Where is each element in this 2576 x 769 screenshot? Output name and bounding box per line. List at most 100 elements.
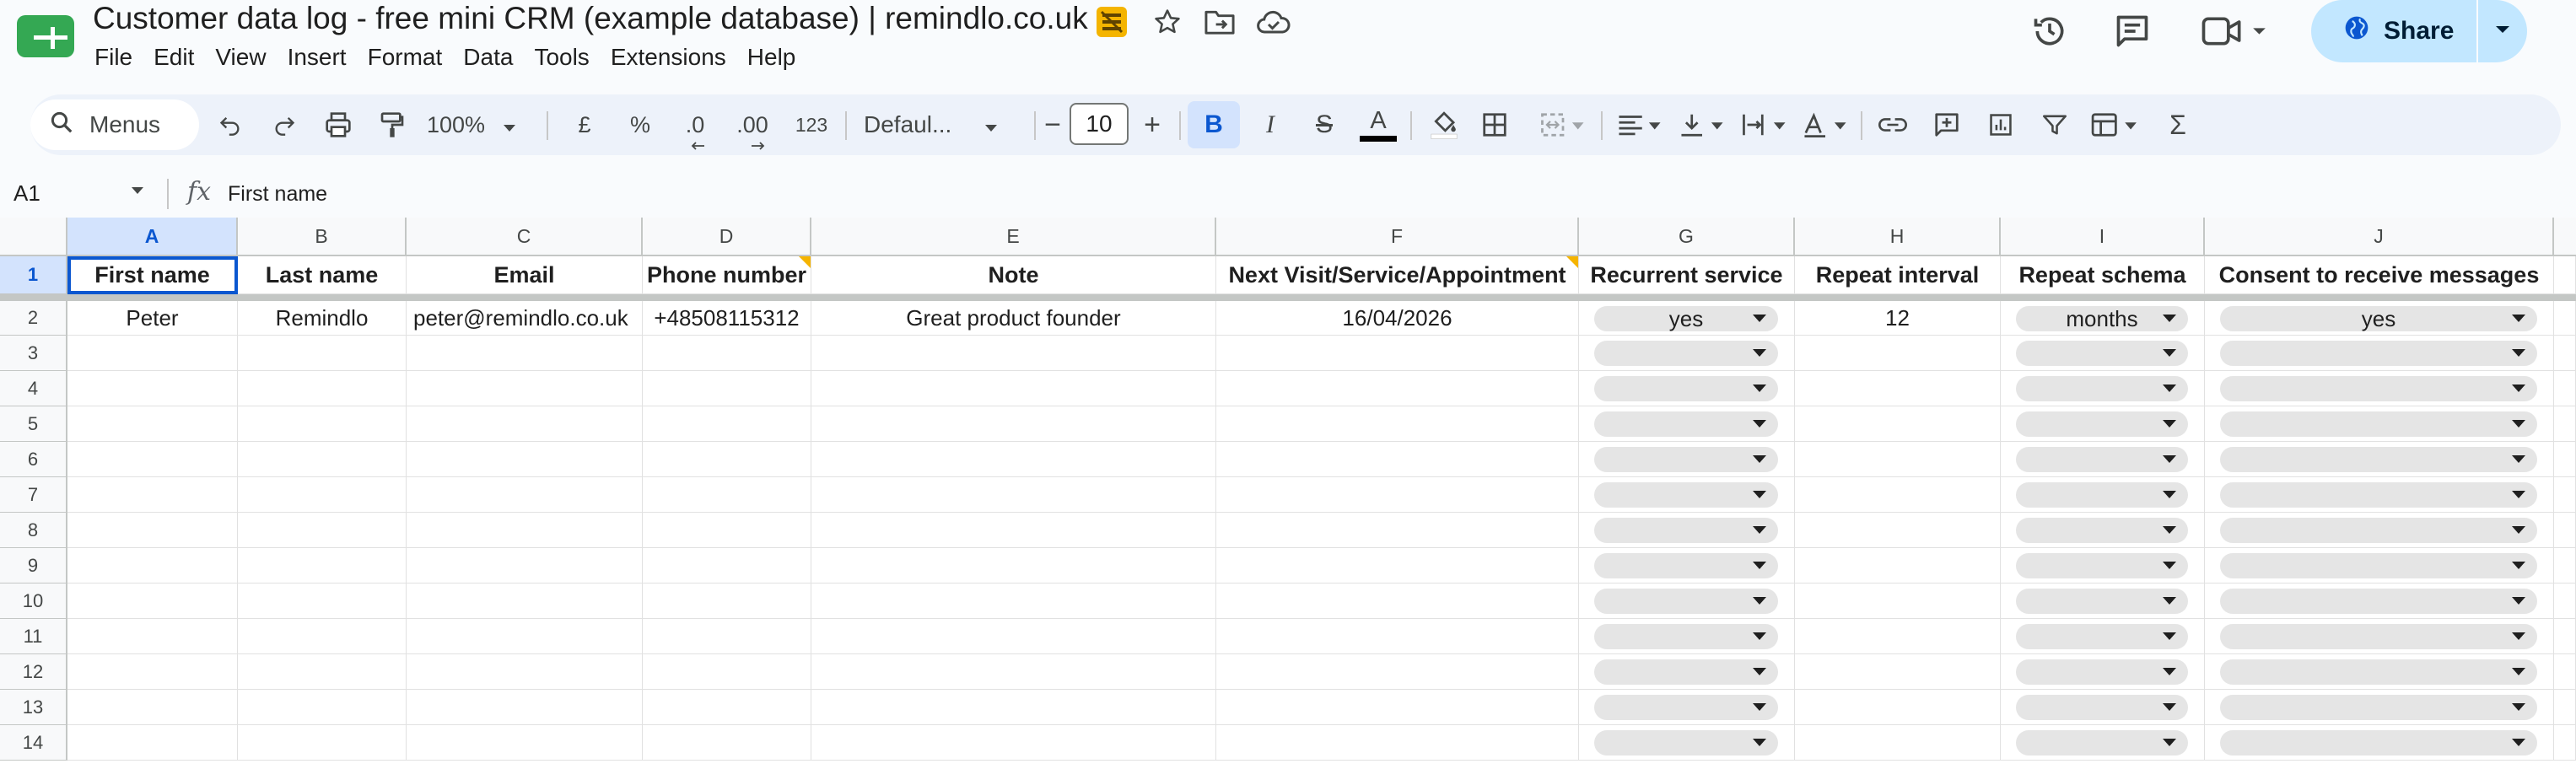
paint-format-icon[interactable] (373, 101, 412, 148)
cell-E13[interactable] (811, 690, 1216, 725)
dropdown-chip[interactable] (2220, 518, 2537, 543)
cell-F14[interactable] (1216, 725, 1579, 761)
column-header-e[interactable]: E (811, 218, 1216, 256)
cell-K5[interactable] (2554, 406, 2576, 442)
dropdown-chip[interactable] (1594, 589, 1778, 614)
header-cell-f[interactable]: Next Visit/Service/Appointment (1216, 256, 1579, 294)
dropdown-chip[interactable] (1594, 411, 1778, 437)
cloud-saved-icon[interactable] (1255, 3, 1292, 40)
cell-E5[interactable] (811, 406, 1216, 442)
cell-E7[interactable] (811, 477, 1216, 513)
cell-K7[interactable] (2554, 477, 2576, 513)
cell-E10[interactable] (811, 583, 1216, 619)
header-cell-h[interactable]: Repeat interval (1795, 256, 2001, 294)
menu-format[interactable]: Format (368, 40, 454, 74)
row-header-2[interactable]: 2 (0, 301, 67, 336)
cell-B3[interactable] (238, 336, 407, 371)
menu-data[interactable]: Data (463, 40, 524, 74)
header-cell-j[interactable]: Consent to receive messages (2205, 256, 2554, 294)
dropdown-chip[interactable] (1594, 518, 1778, 543)
dropdown-chip[interactable]: yes (2220, 306, 2537, 331)
cell-B14[interactable] (238, 725, 407, 761)
row-header-4[interactable]: 4 (0, 371, 67, 406)
cell-C7[interactable] (407, 477, 643, 513)
header-cell-e[interactable]: Note (811, 256, 1216, 294)
dropdown-chip[interactable] (2220, 659, 2537, 685)
filter-icon[interactable] (2033, 101, 2077, 148)
cell-A2[interactable]: Peter (67, 301, 238, 336)
filter-views-icon[interactable] (2083, 101, 2146, 148)
row-header-6[interactable]: 6 (0, 442, 67, 477)
cell-E3[interactable] (811, 336, 1216, 371)
insert-comment-icon[interactable] (1925, 101, 1969, 148)
cell-B6[interactable] (238, 442, 407, 477)
cell-A7[interactable] (67, 477, 238, 513)
cell-E8[interactable] (811, 513, 1216, 548)
cell-C9[interactable] (407, 548, 643, 583)
cell-F9[interactable] (1216, 548, 1579, 583)
cell-A8[interactable] (67, 513, 238, 548)
sheets-logo[interactable] (17, 15, 74, 57)
dropdown-chip[interactable] (2016, 447, 2188, 472)
cell-B13[interactable] (238, 690, 407, 725)
cell-B8[interactable] (238, 513, 407, 548)
dropdown-chip[interactable] (2016, 624, 2188, 649)
cell-C3[interactable] (407, 336, 643, 371)
dropdown-chip[interactable] (2220, 553, 2537, 578)
cell-B12[interactable] (238, 654, 407, 690)
text-rotation-icon[interactable] (1798, 101, 1852, 148)
header-cell-b[interactable]: Last name (238, 256, 407, 294)
borders-icon[interactable] (1473, 101, 1517, 148)
row-header-5[interactable]: 5 (0, 406, 67, 442)
row-header-12[interactable]: 12 (0, 654, 67, 690)
text-color-button[interactable]: A (1355, 101, 1402, 148)
cell-D2[interactable]: +48508115312 (643, 301, 811, 336)
header-cell-c[interactable]: Email (407, 256, 643, 294)
row-header-14[interactable]: 14 (0, 725, 67, 761)
column-header-f[interactable]: F (1216, 218, 1579, 256)
cell-H9[interactable] (1795, 548, 2001, 583)
cell-C11[interactable] (407, 619, 643, 654)
column-header-j[interactable]: J (2205, 218, 2554, 256)
cell-B10[interactable] (238, 583, 407, 619)
cell-A5[interactable] (67, 406, 238, 442)
decrease-font-size-button[interactable]: − (1039, 101, 1066, 148)
row-header-11[interactable]: 11 (0, 619, 67, 654)
cell-K9[interactable] (2554, 548, 2576, 583)
cell-A9[interactable] (67, 548, 238, 583)
merge-cells-icon[interactable] (1532, 101, 1594, 148)
menu-edit[interactable]: Edit (154, 40, 205, 74)
cell-F6[interactable] (1216, 442, 1579, 477)
dropdown-chip[interactable] (2220, 589, 2537, 614)
menu-view[interactable]: View (215, 40, 277, 74)
cell-D3[interactable] (643, 336, 811, 371)
header-cell-d[interactable]: Phone number (643, 256, 811, 294)
menu-insert[interactable]: Insert (288, 40, 358, 74)
cell-B4[interactable] (238, 371, 407, 406)
dropdown-chip[interactable] (2016, 695, 2188, 720)
menus-search[interactable]: Menus (30, 99, 199, 150)
cell-K11[interactable] (2554, 619, 2576, 654)
cell-H4[interactable] (1795, 371, 2001, 406)
cell-K10[interactable] (2554, 583, 2576, 619)
cell-B2[interactable]: Remindlo (238, 301, 407, 336)
cell-C2[interactable]: peter@remindlo.co.uk (407, 301, 643, 336)
dropdown-chip[interactable] (1594, 553, 1778, 578)
cell-K12[interactable] (2554, 654, 2576, 690)
share-button[interactable]: Share (2311, 0, 2527, 62)
dropdown-chip[interactable] (2220, 376, 2537, 401)
cell-C10[interactable] (407, 583, 643, 619)
cell-K14[interactable] (2554, 725, 2576, 761)
spreadsheet-grid[interactable]: A B C D E F G H I J 1 First name Last name… (0, 218, 2576, 769)
move-to-folder-icon[interactable] (1201, 3, 1238, 40)
row-header-13[interactable]: 13 (0, 690, 67, 725)
dropdown-chip[interactable]: months (2016, 306, 2188, 331)
formula-input[interactable]: First name (228, 179, 327, 209)
cell-A11[interactable] (67, 619, 238, 654)
cell-K13[interactable] (2554, 690, 2576, 725)
document-title[interactable]: Customer data log - free mini CRM (examp… (93, 0, 1088, 37)
cell-H13[interactable] (1795, 690, 2001, 725)
cell-H6[interactable] (1795, 442, 2001, 477)
dropdown-chip[interactable] (2220, 624, 2537, 649)
cell-H8[interactable] (1795, 513, 2001, 548)
